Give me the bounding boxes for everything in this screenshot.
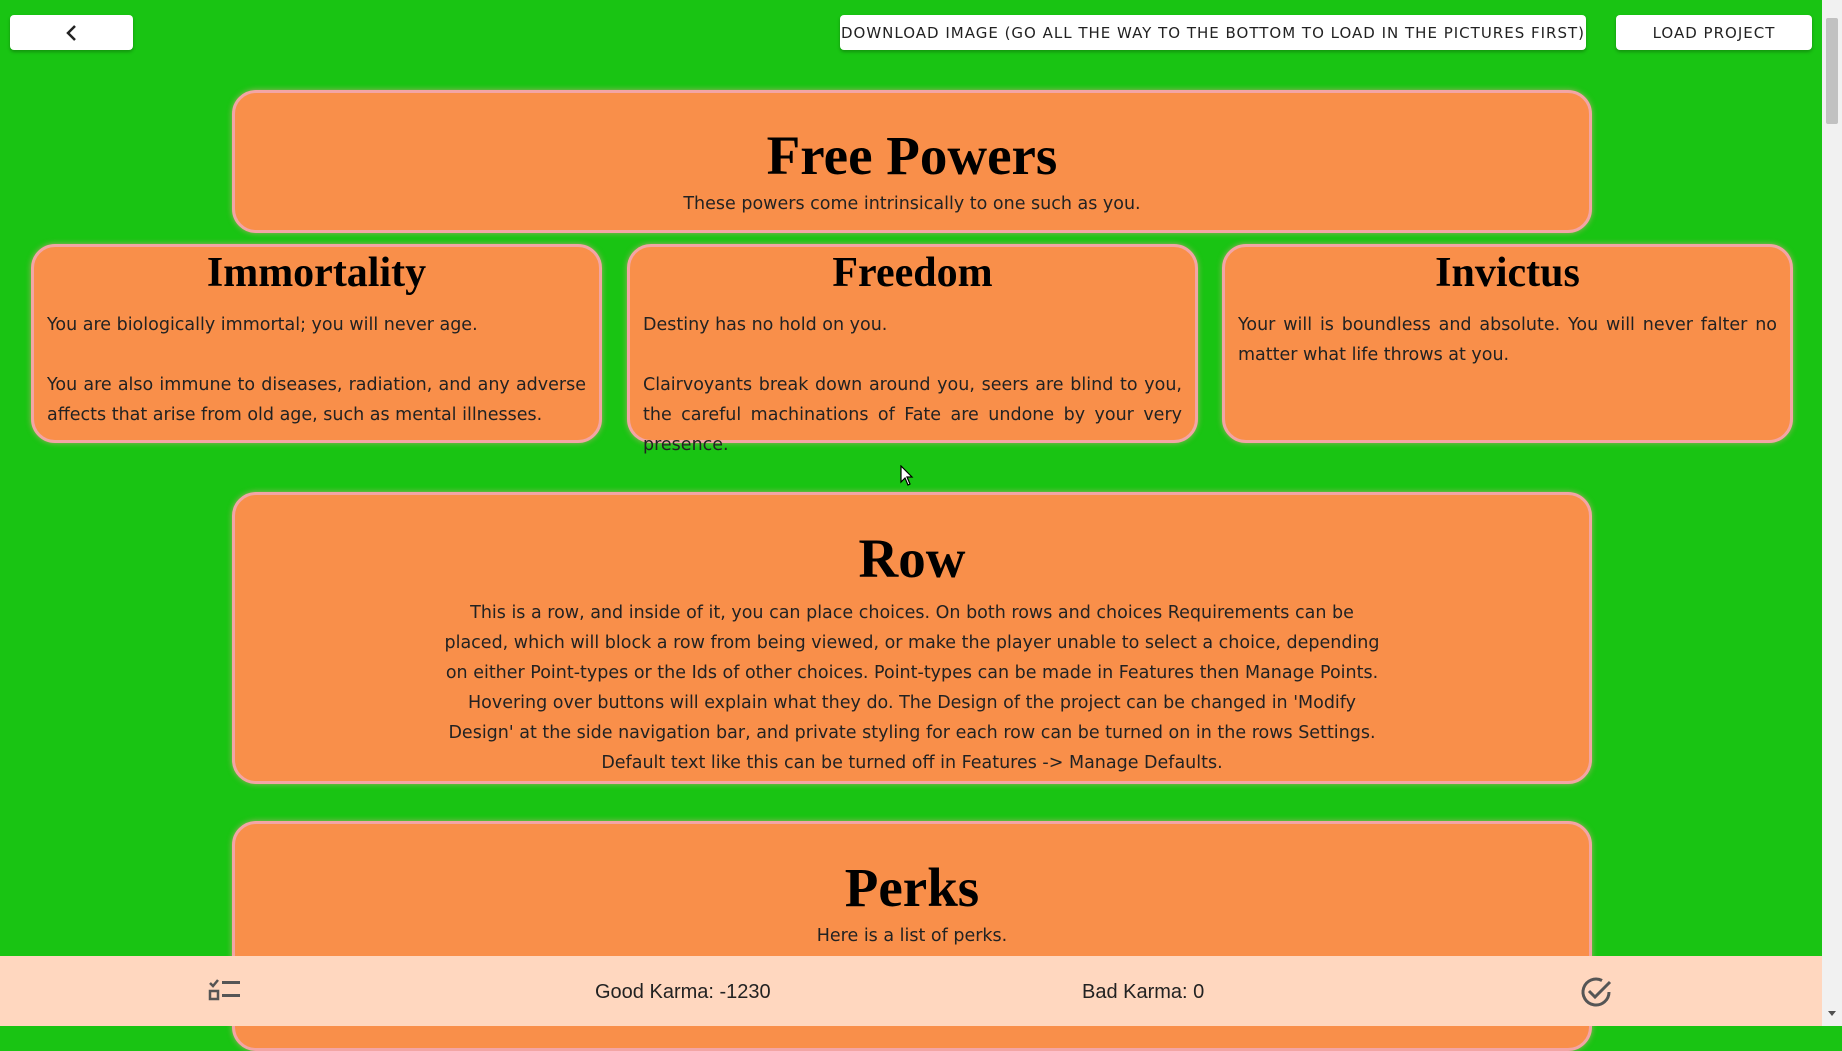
- row-description: Here is a list of perks.: [816, 925, 1008, 946]
- checklist-icon[interactable]: [208, 978, 242, 1004]
- chevron-left-icon: [65, 24, 76, 41]
- bad-karma-counter: Bad Karma: 0: [1082, 981, 1205, 1003]
- choice-immortality[interactable]: Immortality You are biologically immorta…: [31, 244, 602, 443]
- choice-description: Destiny has no hold on you. Clairvoyants…: [643, 315, 1182, 456]
- check-circle-icon[interactable]: [1578, 974, 1614, 1010]
- back-button[interactable]: [10, 15, 133, 50]
- row-example: Row This is a row, and inside of it, you…: [232, 492, 1592, 784]
- choice-description: You are biologically immortal; you will …: [47, 315, 586, 426]
- row-title: Row: [858, 528, 966, 589]
- points-bar: Good Karma: -1230 Bad Karma: 0: [0, 956, 1822, 1026]
- choice-invictus[interactable]: Invictus Your will is boundless and abso…: [1222, 244, 1793, 443]
- scrollbar[interactable]: [1822, 0, 1842, 1026]
- choice-freedom[interactable]: Freedom Destiny has no hold on you. Clai…: [627, 244, 1198, 455]
- scroll-down-arrow-icon[interactable]: [1827, 1010, 1837, 1018]
- good-karma-counter: Good Karma: -1230: [595, 981, 771, 1003]
- download-image-button[interactable]: DOWNLOAD IMAGE (GO ALL THE WAY TO THE BO…: [840, 15, 1586, 50]
- choice-title: Freedom: [832, 250, 993, 296]
- row-free-powers: Free Powers These powers come intrinsica…: [232, 90, 1592, 233]
- row-description: This is a row, and inside of it, you can…: [444, 602, 1380, 773]
- row-title: Free Powers: [766, 125, 1058, 186]
- choice-title: Immortality: [206, 250, 427, 296]
- choice-title: Invictus: [1435, 250, 1580, 296]
- row-description: These powers come intrinsically to one s…: [683, 193, 1141, 214]
- load-project-button[interactable]: LOAD PROJECT: [1616, 15, 1812, 50]
- scrollbar-thumb[interactable]: [1826, 18, 1838, 124]
- mouse-cursor-icon: [900, 465, 914, 486]
- row-title: Perks: [844, 857, 980, 918]
- choice-description: Your will is boundless and absolute. You…: [1238, 315, 1777, 366]
